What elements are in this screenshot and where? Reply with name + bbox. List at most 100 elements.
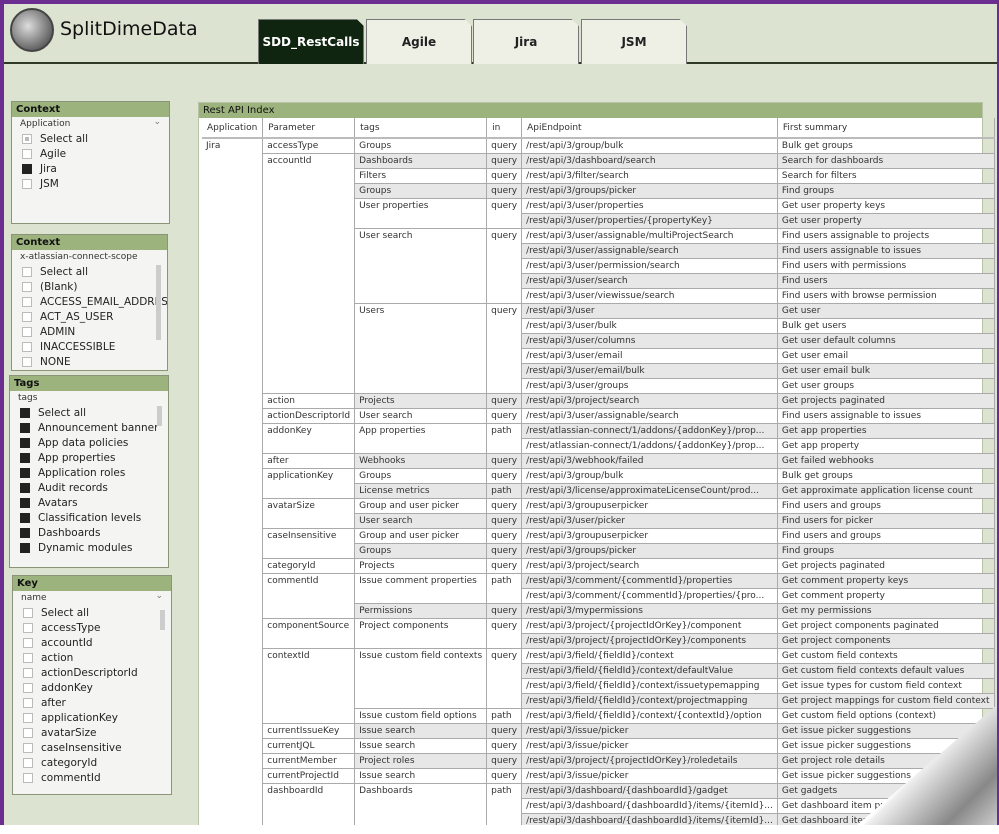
option-label: Announcement banner <box>38 421 159 434</box>
column-header[interactable]: Application <box>202 118 264 139</box>
checkbox[interactable] <box>23 712 33 723</box>
field-label[interactable]: name ⌄ <box>13 591 171 605</box>
filter-option[interactable]: ACT_AS_USER <box>12 309 167 324</box>
filter-option[interactable]: JSM <box>12 176 169 191</box>
cell-endpoint: /rest/api/3/field/{fieldId}/context/defa… <box>521 663 778 679</box>
cell-parameter: after <box>262 453 356 469</box>
cell-tag: Issue comment properties <box>354 573 488 604</box>
filter-option[interactable]: Select all <box>12 131 169 146</box>
filter-option[interactable]: accessType <box>13 620 171 635</box>
cell-endpoint: /rest/atlassian-connect/1/addons/{addonK… <box>521 423 778 439</box>
scrollbar[interactable] <box>156 265 161 340</box>
filter-option[interactable]: Select all <box>10 405 168 420</box>
filter-option[interactable]: Audit records <box>10 480 168 495</box>
filter-option[interactable]: Announcement banner <box>10 420 168 435</box>
filter-option[interactable]: ACCESS_EMAIL_ADDRESSES <box>12 294 167 309</box>
checkbox[interactable] <box>20 482 30 493</box>
filter-option[interactable]: Avatars <box>10 495 168 510</box>
checkbox[interactable] <box>22 341 32 352</box>
option-label: Agile <box>40 147 67 160</box>
scrollbar[interactable] <box>157 406 162 426</box>
filter-option[interactable]: Select all <box>13 605 171 620</box>
cell-summary: Get app properties <box>777 423 995 439</box>
checkbox[interactable] <box>22 148 32 159</box>
checkbox[interactable] <box>20 497 30 508</box>
table-row: after Webhooks query/rest/api/3/webhook/fa… <box>202 453 995 469</box>
cell-tag: Permissions <box>354 603 488 619</box>
cell-parameter: dashboardId <box>262 783 356 825</box>
checkbox[interactable] <box>22 311 32 322</box>
checkbox[interactable] <box>23 667 33 678</box>
column-header[interactable]: ApiEndpoint <box>521 118 778 139</box>
checkbox[interactable] <box>20 407 30 418</box>
checkbox[interactable] <box>22 133 32 144</box>
checkbox[interactable] <box>23 757 33 768</box>
checkbox[interactable] <box>22 163 32 174</box>
checkbox[interactable] <box>23 607 33 618</box>
cell-summary: Get user email bulk <box>777 363 995 379</box>
filter-option[interactable]: avatarSize <box>13 725 171 740</box>
chevron-down-icon[interactable]: ⌄ <box>155 591 163 601</box>
checkbox[interactable] <box>20 452 30 463</box>
checkbox[interactable] <box>20 512 30 523</box>
filter-option[interactable]: caseInsensitive <box>13 740 171 755</box>
checkbox[interactable] <box>23 637 33 648</box>
checkbox[interactable] <box>22 178 32 189</box>
option-label: Select all <box>41 606 89 619</box>
filter-option[interactable]: action <box>13 650 171 665</box>
filter-option[interactable]: App data policies <box>10 435 168 450</box>
filter-option[interactable]: App properties <box>10 450 168 465</box>
tab-sdd-restcalls[interactable]: SDD_RestCalls <box>258 19 364 64</box>
filter-option[interactable]: categoryId <box>13 755 171 770</box>
checkbox[interactable] <box>22 356 32 367</box>
field-label[interactable]: Application ⌄ <box>12 117 169 131</box>
checkbox[interactable] <box>20 542 30 553</box>
checkbox[interactable] <box>20 437 30 448</box>
checkbox[interactable] <box>20 467 30 478</box>
cell-endpoint: /rest/api/3/dashboard/{dashboardId}/gadg… <box>521 783 778 799</box>
filter-option[interactable]: Dashboards <box>10 525 168 540</box>
tab-agile[interactable]: Agile <box>366 19 472 64</box>
chevron-down-icon[interactable]: ⌄ <box>153 117 161 127</box>
scrollbar[interactable] <box>160 610 165 630</box>
checkbox[interactable] <box>23 742 33 753</box>
cell-in: query <box>486 753 523 769</box>
filter-option[interactable]: Select all <box>12 264 167 279</box>
checkbox[interactable] <box>23 652 33 663</box>
column-header[interactable]: tags <box>354 118 488 139</box>
tab-jira[interactable]: Jira <box>473 19 579 64</box>
column-header[interactable]: in <box>486 118 523 139</box>
filter-option[interactable]: (Blank) <box>12 279 167 294</box>
column-header[interactable]: First summary <box>777 118 995 139</box>
checkbox[interactable] <box>22 281 32 292</box>
filter-option[interactable]: after <box>13 695 171 710</box>
checkbox[interactable] <box>22 296 32 307</box>
filter-option[interactable]: addonKey <box>13 680 171 695</box>
checkbox[interactable] <box>22 266 32 277</box>
filter-option[interactable]: INACCESSIBLE <box>12 339 167 354</box>
checkbox[interactable] <box>20 527 30 538</box>
filter-option[interactable]: Application roles <box>10 465 168 480</box>
cell-endpoint: /rest/api/3/user/permission/search <box>521 258 778 274</box>
checkbox[interactable] <box>20 422 30 433</box>
checkbox[interactable] <box>23 697 33 708</box>
cell-tag: Groups <box>354 183 488 199</box>
option-label: avatarSize <box>41 726 97 739</box>
filter-option[interactable]: actionDescriptorId <box>13 665 171 680</box>
filter-option[interactable]: accountId <box>13 635 171 650</box>
filter-option[interactable]: Agile <box>12 146 169 161</box>
checkbox[interactable] <box>22 326 32 337</box>
filter-option[interactable]: Classification levels <box>10 510 168 525</box>
checkbox[interactable] <box>23 682 33 693</box>
checkbox[interactable] <box>23 622 33 633</box>
filter-option[interactable]: NONE <box>12 354 167 369</box>
column-header[interactable]: Parameter <box>262 118 356 139</box>
tab-jsm[interactable]: JSM <box>581 19 687 64</box>
checkbox[interactable] <box>23 772 33 783</box>
filter-option[interactable]: applicationKey <box>13 710 171 725</box>
filter-option[interactable]: Jira <box>12 161 169 176</box>
filter-option[interactable]: commentId <box>13 770 171 785</box>
filter-option[interactable]: ADMIN <box>12 324 167 339</box>
filter-option[interactable]: Dynamic modules <box>10 540 168 555</box>
checkbox[interactable] <box>23 727 33 738</box>
